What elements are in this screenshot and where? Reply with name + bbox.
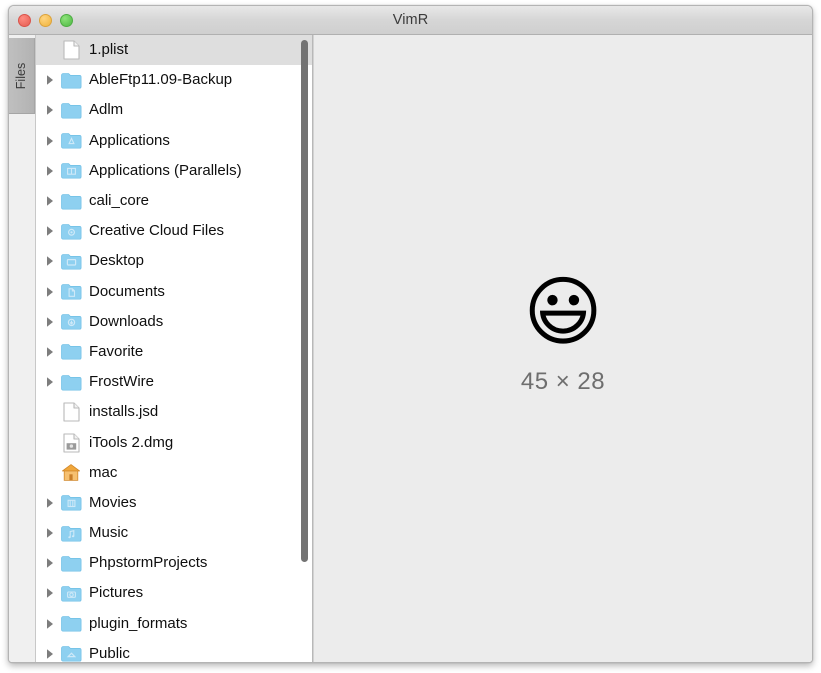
disclosure-triangle-icon[interactable] — [42, 225, 58, 237]
file-list-row-label: iTools 2.dmg — [89, 433, 174, 451]
file-list-row[interactable]: AbleFtp11.09-Backup — [36, 65, 312, 95]
file-list-row-label: 1.plist — [89, 41, 129, 59]
window-title: VimR — [392, 12, 429, 28]
folder-cloud-icon — [60, 223, 82, 240]
file-list-row-label: FrostWire — [89, 373, 154, 391]
disclosure-triangle-icon[interactable] — [42, 497, 58, 509]
file-list-row[interactable]: mac — [36, 458, 312, 488]
file-list-row[interactable]: iTools 2.dmg — [36, 427, 312, 457]
disclosure-triangle-icon[interactable] — [42, 618, 58, 630]
file-list-row[interactable]: 1.plist — [36, 35, 312, 66]
folder-pictures-icon — [60, 585, 82, 602]
file-list-row-label: Music — [89, 524, 129, 542]
file-list-row[interactable]: cali_core — [36, 186, 312, 216]
file-list-row-label: PhpstormProjects — [89, 554, 208, 572]
file-list-row-label: Desktop — [89, 252, 145, 270]
file-list-row-label: AbleFtp11.09-Backup — [89, 71, 233, 89]
screenshot-root: VimR Files 1.plist AbleFtp11.09-Backup Adl… — [0, 0, 821, 673]
main-content-area: 😃 45 × 28 — [313, 35, 812, 662]
disclosure-triangle-icon[interactable] — [42, 346, 58, 358]
file-list-row[interactable]: Applications (Parallels) — [36, 156, 312, 186]
content-placeholder: 😃 45 × 28 — [520, 266, 606, 396]
sidebar-tabstrip: Files — [9, 35, 36, 662]
folder-icon — [60, 72, 82, 89]
folder-icon — [60, 555, 82, 572]
folder-parallels-icon — [60, 162, 82, 179]
file-list-row-label: Applications (Parallels) — [89, 161, 242, 179]
folder-icon — [60, 374, 82, 391]
file-list-row[interactable]: Public — [36, 639, 312, 662]
file-disk-image-icon — [60, 432, 82, 453]
home-folder-icon — [60, 463, 82, 482]
file-list-row[interactable]: Downloads — [36, 307, 312, 337]
tab-files[interactable]: Files — [9, 38, 35, 114]
file-list-row[interactable]: FrostWire — [36, 367, 312, 397]
file-list-row-label: Creative Cloud Files — [89, 222, 225, 240]
disclosure-triangle-icon[interactable] — [42, 316, 58, 328]
folder-desktop-icon — [60, 253, 82, 270]
folder-icon — [60, 193, 82, 210]
folder-public-icon — [60, 645, 82, 662]
vimr-window: VimR Files 1.plist AbleFtp11.09-Backup Adl… — [8, 5, 813, 663]
disclosure-triangle-icon[interactable] — [42, 195, 58, 207]
grinning-face-icon: 😃 — [523, 266, 603, 356]
file-list-row[interactable]: Movies — [36, 488, 312, 518]
tab-files-label: Files — [14, 62, 29, 89]
disclosure-triangle-icon[interactable] — [42, 587, 58, 599]
folder-icon — [60, 343, 82, 361]
file-list-row[interactable]: Documents — [36, 277, 312, 307]
file-list-row[interactable]: Favorite — [36, 337, 312, 367]
file-icon — [60, 402, 82, 422]
window-body: Files 1.plist AbleFtp11.09-Backup Adlm Appl… — [9, 35, 812, 662]
window-titlebar[interactable]: VimR — [9, 6, 812, 35]
disclosure-triangle-icon[interactable] — [42, 527, 58, 539]
file-list-row[interactable]: Adlm — [36, 95, 312, 125]
file-icon — [60, 40, 82, 60]
file-list-row-label: Favorite — [89, 342, 144, 360]
disclosure-triangle-icon[interactable] — [42, 74, 58, 86]
file-list-row-label: installs.jsd — [89, 403, 159, 421]
file-list-row[interactable]: Desktop — [36, 246, 312, 276]
folder-applications-icon — [60, 132, 82, 149]
file-list-row[interactable]: PhpstormProjects — [36, 548, 312, 578]
file-list-row[interactable]: Applications — [36, 126, 312, 156]
disclosure-triangle-icon[interactable] — [42, 286, 58, 298]
disclosure-triangle-icon[interactable] — [42, 255, 58, 267]
file-list-row[interactable]: Pictures — [36, 578, 312, 608]
file-list-row-label: Public — [89, 644, 130, 662]
file-list-row-label: Downloads — [89, 312, 164, 330]
file-list-row[interactable]: plugin_formats — [36, 609, 312, 639]
folder-documents-icon — [60, 283, 82, 300]
file-list-row-label: Movies — [89, 493, 137, 511]
file-list-row[interactable]: Music — [36, 518, 312, 548]
file-list-row-label: cali_core — [89, 192, 150, 210]
folder-icon — [60, 102, 82, 119]
file-list-row-label: Adlm — [89, 101, 124, 119]
disclosure-triangle-icon[interactable] — [42, 557, 58, 569]
folder-icon — [60, 615, 82, 632]
file-browser-pane: 1.plist AbleFtp11.09-Backup Adlm Applicatio… — [36, 35, 313, 662]
file-list-row-label: mac — [89, 463, 118, 481]
file-list-row[interactable]: Creative Cloud Files — [36, 216, 312, 246]
disclosure-triangle-icon[interactable] — [42, 165, 58, 177]
folder-downloads-icon — [60, 313, 82, 330]
disclosure-triangle-icon[interactable] — [42, 104, 58, 116]
file-list-row-label: Documents — [89, 282, 165, 300]
disclosure-triangle-icon[interactable] — [42, 135, 58, 147]
file-list[interactable]: 1.plist AbleFtp11.09-Backup Adlm Applicatio… — [36, 35, 312, 662]
folder-movies-icon — [60, 494, 82, 511]
file-list-row-label: Applications — [89, 131, 170, 149]
file-list-row[interactable]: installs.jsd — [36, 397, 312, 427]
disclosure-triangle-icon[interactable] — [42, 376, 58, 388]
file-list-row-label: plugin_formats — [89, 614, 188, 632]
folder-music-icon — [60, 525, 82, 542]
disclosure-triangle-icon[interactable] — [42, 648, 58, 660]
file-list-row-label: Pictures — [89, 584, 144, 602]
dimensions-label: 45 × 28 — [520, 367, 606, 395]
